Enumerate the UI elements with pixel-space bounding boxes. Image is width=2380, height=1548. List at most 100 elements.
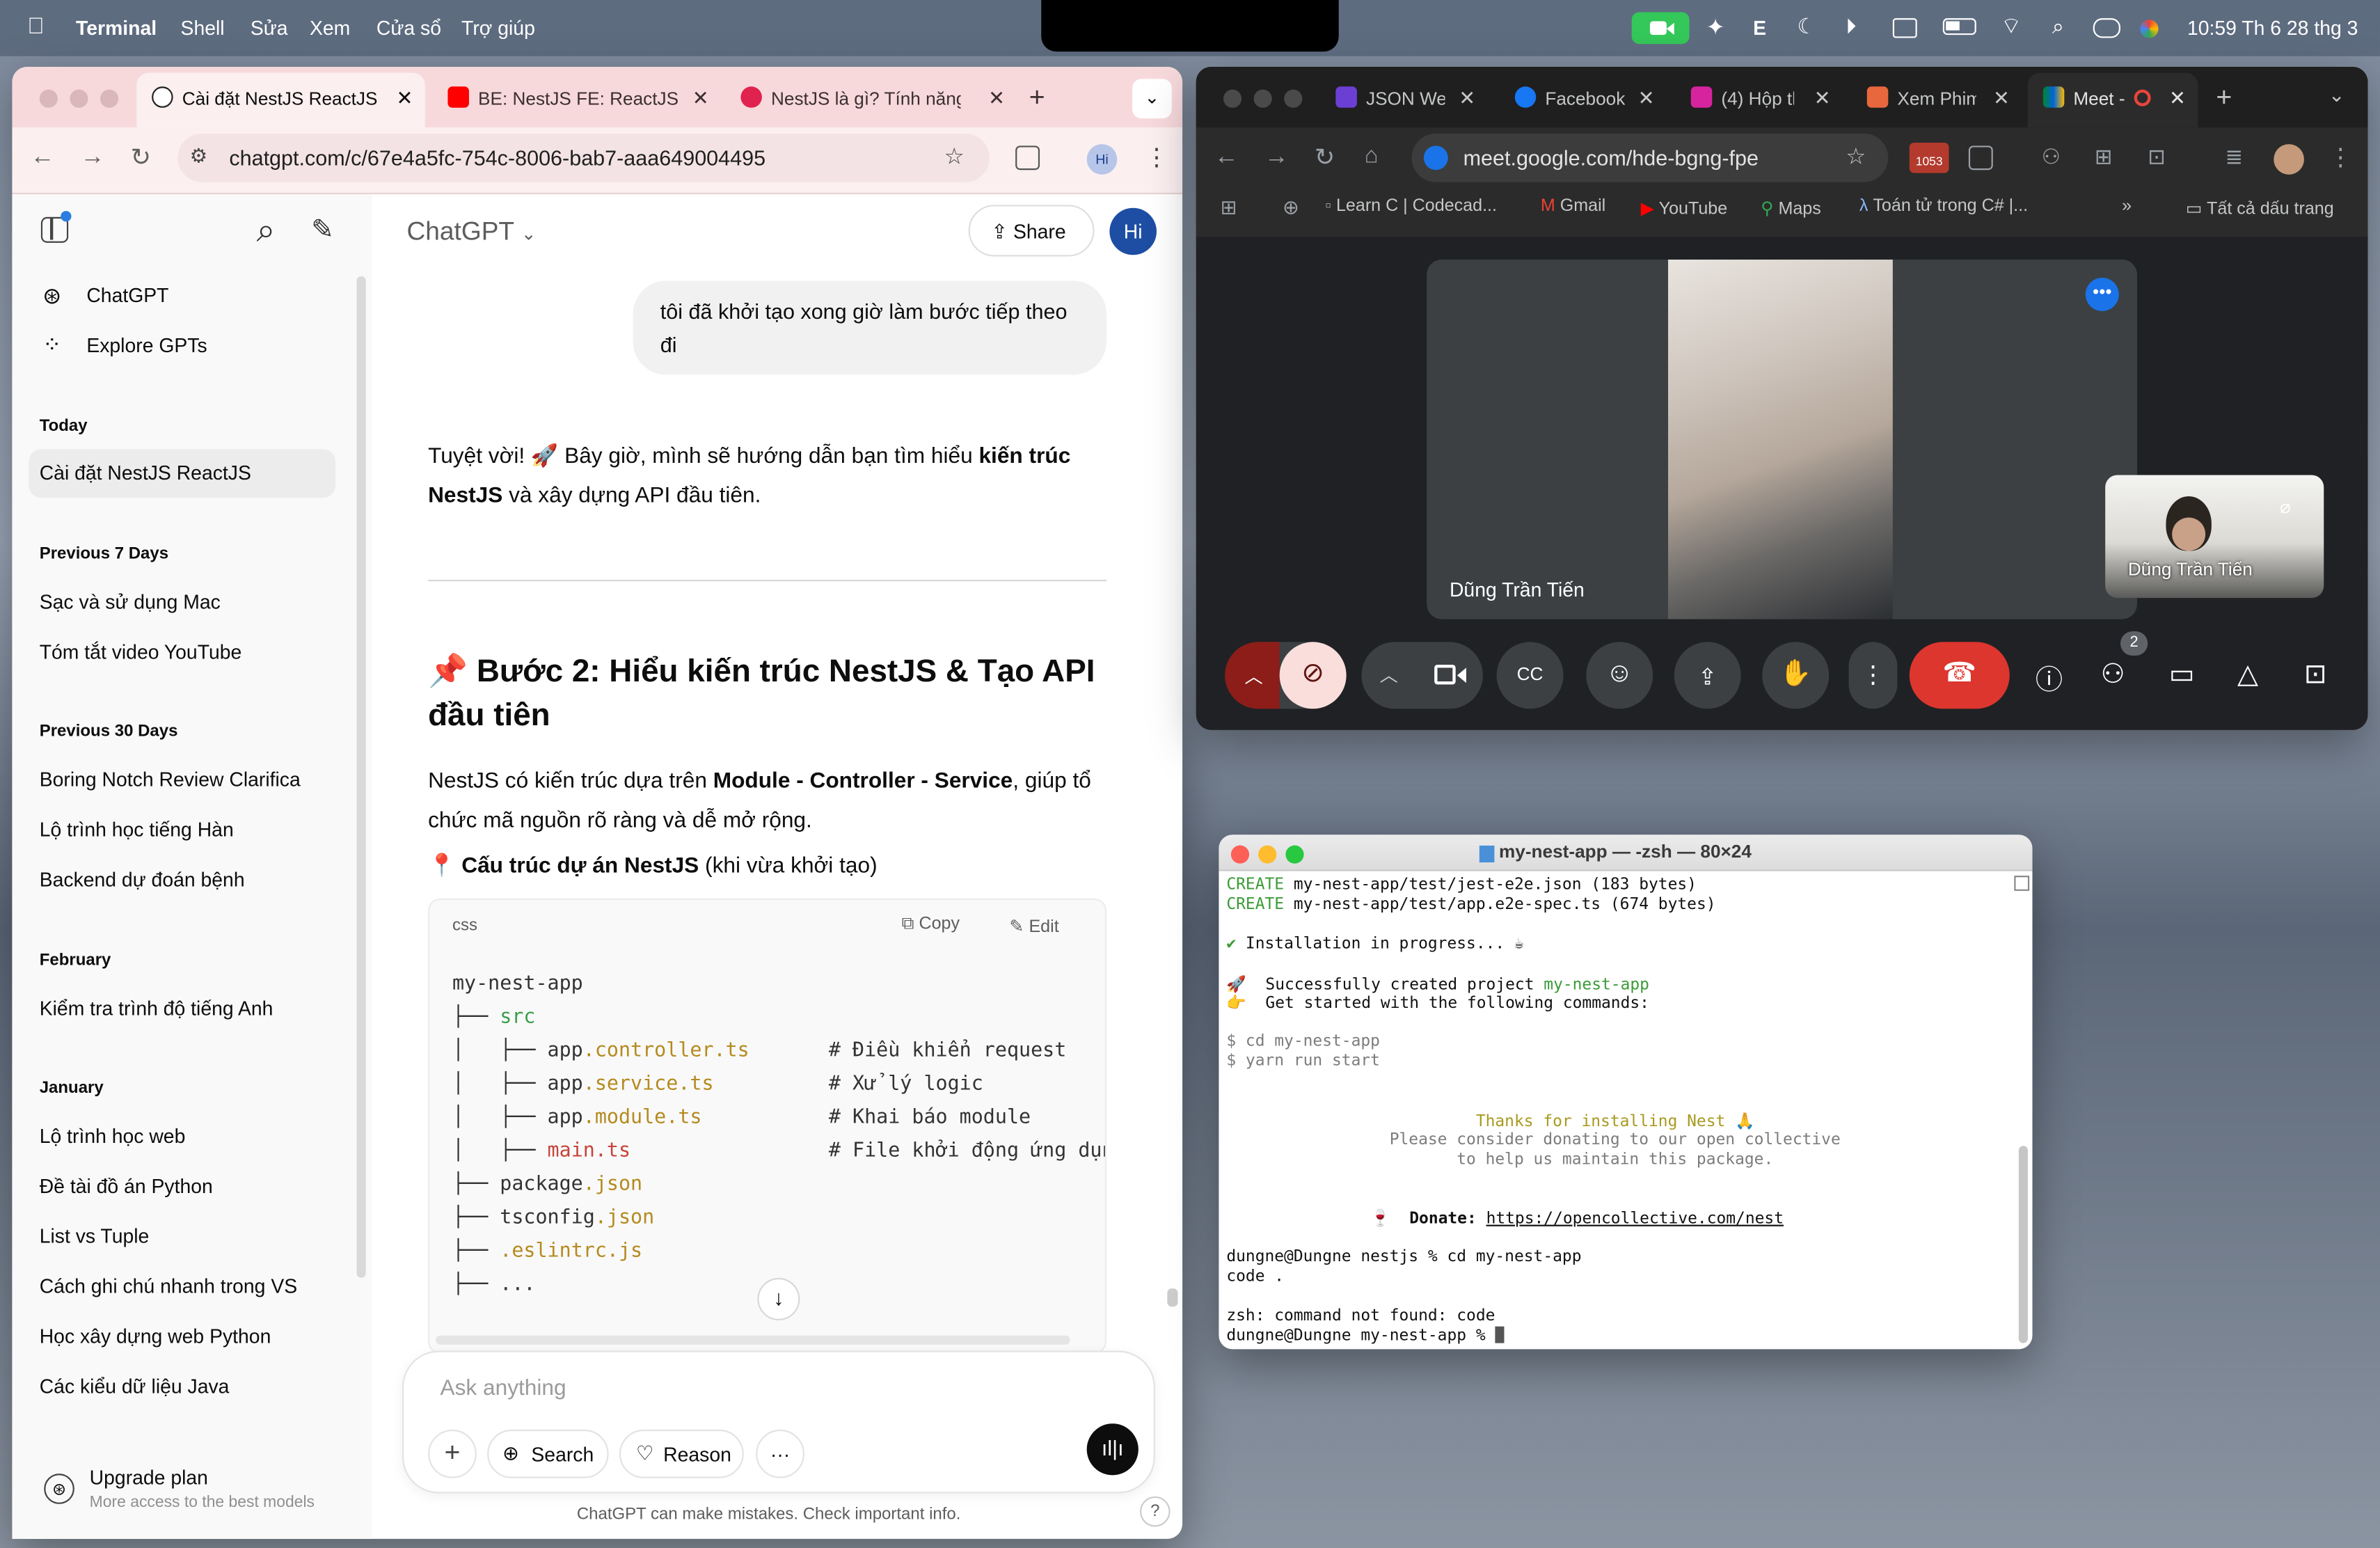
back-arrow-icon[interactable]: ←: [31, 144, 55, 171]
terminal-scrollbar[interactable]: [2018, 1146, 2028, 1343]
tab-facebook[interactable]: Facebook ✕: [1500, 73, 1667, 122]
sidebar-item-chat[interactable]: Cài đặt NestJS ReactJS: [40, 461, 328, 484]
close-tab-icon[interactable]: ✕: [1993, 86, 2010, 111]
close-tab-icon[interactable]: ✕: [396, 86, 413, 111]
sidebar-toggle-icon[interactable]: [40, 211, 72, 243]
code-horizontal-scrollbar[interactable]: [435, 1335, 1070, 1345]
profile-avatar[interactable]: Hi: [1086, 144, 1118, 175]
menu-clock[interactable]: 10:59 Th 6 28 thg 3: [2187, 17, 2358, 40]
camera-permission-icon[interactable]: [1423, 145, 1448, 171]
tab-youtube[interactable]: BE: NestJS FE: ReactJS ✕: [433, 73, 721, 122]
extensions-icon[interactable]: [1015, 145, 1040, 171]
sidebar-item-chat[interactable]: Các kiểu dữ liệu Java: [40, 1375, 328, 1398]
upgrade-title[interactable]: Upgrade plan: [90, 1466, 208, 1489]
copy-code-button[interactable]: ⧉ Copy: [902, 915, 960, 935]
minimize-window-button[interactable]: [1253, 89, 1272, 108]
profile-avatar[interactable]: [2274, 144, 2304, 175]
apps-grid-icon[interactable]: ⊞: [1221, 196, 1237, 220]
address-bar[interactable]: meet.google.com/hde-bgng-fpe ☆: [1411, 133, 1889, 182]
bookmark-star-icon[interactable]: ☆: [1846, 143, 1866, 170]
menu-help[interactable]: Trợ giúp: [461, 17, 535, 40]
bookmark-item[interactable]: ▶ YouTube: [1641, 197, 1727, 219]
close-tab-icon[interactable]: ✕: [1814, 86, 1831, 111]
meeting-details-icon[interactable]: ⓘ: [2036, 658, 2063, 698]
menu-shell[interactable]: Shell: [181, 17, 225, 40]
activities-icon[interactable]: △: [2237, 658, 2258, 690]
search-button[interactable]: ⊕ Search: [487, 1429, 609, 1478]
reload-icon[interactable]: ↻: [131, 143, 151, 173]
extension-icon[interactable]: ⚇: [2042, 144, 2061, 170]
facetime-indicator-icon[interactable]: [1631, 12, 1690, 45]
apple-icon[interactable]: : [27, 14, 45, 40]
control-center-icon[interactable]: [2093, 18, 2120, 38]
input-source-indicator[interactable]: E: [1753, 17, 1766, 40]
home-icon[interactable]: ⌂: [1365, 143, 1379, 168]
menu-view[interactable]: Xem: [310, 17, 350, 40]
screenshot-extension-icon[interactable]: ⊡: [2148, 144, 2166, 170]
tab-meet[interactable]: Meet - ✕: [2027, 72, 2198, 128]
sidebar-item-chat[interactable]: List vs Tuple: [40, 1225, 328, 1248]
reason-button[interactable]: ♡ Reason: [619, 1429, 744, 1478]
edit-code-button[interactable]: ✎ Edit: [1009, 915, 1058, 936]
sidebar-item-chat[interactable]: Kiểm tra trình độ tiếng Anh: [40, 997, 328, 1020]
search-chats-icon[interactable]: ⌕: [257, 211, 276, 251]
url-text[interactable]: meet.google.com/hde-bgng-fpe: [1463, 145, 1759, 170]
leave-call-button[interactable]: ☎: [1909, 642, 2010, 709]
close-tab-icon[interactable]: ✕: [1638, 86, 1655, 111]
browser-menu-icon[interactable]: ⋮: [2329, 143, 2353, 173]
wifi-icon[interactable]: ⌔: [2001, 12, 2022, 40]
menu-edit[interactable]: Sửa: [251, 17, 288, 40]
tab-movies[interactable]: Xem Phim ✕: [1852, 73, 2022, 122]
sidebar-item-explore-gpts[interactable]: Explore GPTs: [86, 334, 207, 357]
tile-more-options-icon[interactable]: •••: [2085, 278, 2119, 311]
close-tab-icon[interactable]: ✕: [1459, 86, 1475, 111]
self-video-tile[interactable]: Dũng Trần Tiến ⌀: [2105, 475, 2324, 599]
bookmark-item[interactable]: M Gmail: [1541, 197, 1605, 215]
people-icon[interactable]: ⚇: [2101, 658, 2125, 690]
address-bar[interactable]: ⚙ chatgpt.com/c/67e4a5fc-754c-8006-bab7-…: [177, 133, 990, 182]
zoom-window-button[interactable]: [100, 89, 119, 108]
voice-mode-icon[interactable]: ıl|ı: [1086, 1423, 1139, 1476]
sidebar-item-chat[interactable]: Sạc và sử dụng Mac: [40, 590, 328, 613]
minimize-window-button[interactable]: [70, 89, 88, 108]
globe-bookmark-icon[interactable]: ⊕: [1283, 196, 1299, 220]
all-bookmarks[interactable]: ▭ Tất cả dấu trang: [2186, 197, 2334, 219]
chat-icon[interactable]: ▭: [2169, 658, 2195, 690]
sidebar-scrollbar[interactable]: [356, 276, 366, 1278]
browser-menu-icon[interactable]: ⋮: [1145, 143, 1169, 173]
zoom-window-button[interactable]: [1284, 89, 1303, 108]
grid-extension-icon[interactable]: ⊞: [2095, 144, 2113, 170]
sidebar-item-chatgpt[interactable]: ChatGPT: [86, 284, 168, 307]
battery-icon[interactable]: [1942, 18, 1976, 35]
help-button[interactable]: ?: [1140, 1496, 1171, 1527]
attach-plus-button[interactable]: +: [428, 1429, 477, 1478]
model-selector[interactable]: ChatGPT ⌄: [407, 217, 537, 248]
menu-window[interactable]: Cửa sổ: [376, 17, 441, 40]
tab-nestjs-article[interactable]: NestJS là gì? Tính năng nổ ✕: [726, 73, 1017, 122]
user-avatar[interactable]: Hi: [1109, 207, 1157, 255]
media-controls-icon[interactable]: ≣: [2225, 144, 2243, 170]
focus-moon-icon[interactable]: ☾: [1797, 14, 1816, 40]
extension-puzzle-icon[interactable]: [1968, 145, 1993, 171]
bookmark-item[interactable]: ▫ Learn C | Codecad...: [1325, 197, 1497, 215]
terminal-highlight[interactable]: https://opencollective.com/nest: [1486, 1210, 1784, 1228]
forward-arrow-icon[interactable]: →: [81, 144, 105, 171]
reload-icon[interactable]: ↻: [1315, 143, 1335, 173]
bookmark-star-icon[interactable]: ☆: [944, 143, 965, 170]
spotlight-search-icon[interactable]: ⌕: [2052, 14, 2064, 40]
bookmark-item[interactable]: ⚲ Maps: [1761, 197, 1821, 219]
scroll-down-arrow-icon[interactable]: ↓: [757, 1277, 800, 1320]
sidebar-item-chat[interactable]: Cách ghi chú nhanh trong VS: [40, 1275, 301, 1298]
site-info-icon[interactable]: ⚙: [190, 144, 207, 168]
zoom-window-button[interactable]: [1285, 845, 1304, 864]
close-tab-icon[interactable]: ✕: [988, 86, 1005, 111]
close-window-button[interactable]: [39, 89, 58, 108]
sidebar-item-chat[interactable]: Đề tài đồ án Python: [40, 1175, 328, 1198]
sidebar-item-chat[interactable]: Boring Notch Review Clarifica: [40, 768, 304, 791]
close-tab-icon[interactable]: ✕: [2169, 86, 2186, 111]
main-scrollbar[interactable]: [1167, 1288, 1178, 1307]
sidebar-item-chat[interactable]: Học xây dựng web Python: [40, 1325, 328, 1348]
siri-icon[interactable]: [2140, 19, 2159, 38]
new-tab-icon[interactable]: +: [1029, 82, 1045, 114]
keyboard-icon[interactable]: [1892, 18, 1917, 38]
